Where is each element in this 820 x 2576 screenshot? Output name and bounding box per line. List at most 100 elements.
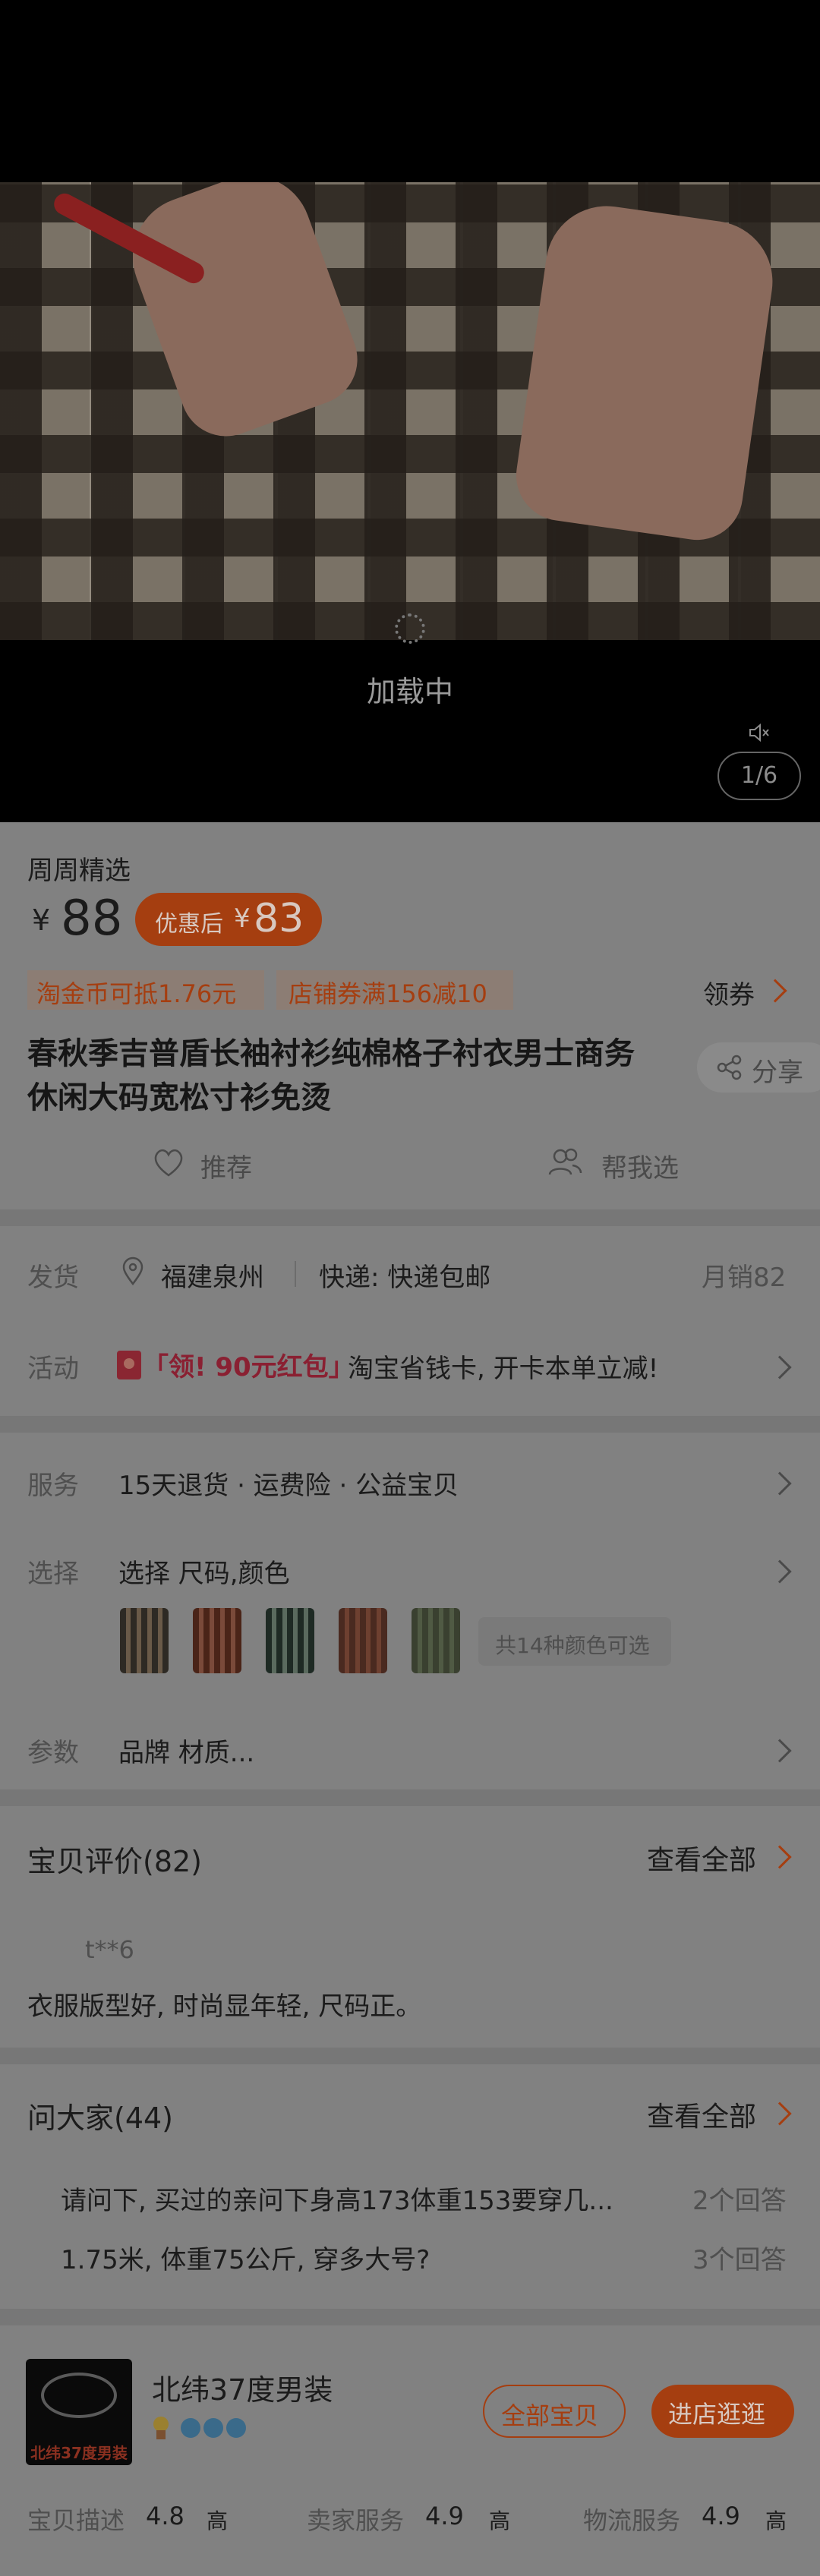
shop-card: 北纬37度男装 北纬37度男装 全部宝贝 进店逛逛 宝贝描述 4.8 高 卖家服…	[0, 2325, 820, 2576]
qa-answer-count-1[interactable]: 2个回答	[692, 2180, 787, 2217]
loading-text: 加载中	[366, 675, 453, 708]
rating-service-label: 卖家服务	[307, 2506, 405, 2535]
recommend-button[interactable]: 推荐	[200, 1147, 252, 1184]
mute-icon[interactable]	[748, 723, 771, 743]
shop-logo-emblem	[41, 2373, 117, 2418]
reviews-view-all[interactable]: 查看全部	[647, 1838, 756, 1878]
rating-desc-level: 高	[207, 2508, 229, 2533]
divider	[0, 2309, 820, 2325]
review-user: t**6	[85, 1935, 134, 1964]
video-top-bar	[0, 0, 820, 182]
shop-logo-text: 北纬37度男装	[30, 2444, 128, 2462]
diamond-icon	[203, 2418, 223, 2438]
monthly-sales: 月销82	[702, 1263, 787, 1293]
params-chevron-icon[interactable]	[768, 1739, 792, 1763]
color-thumb-2[interactable]	[193, 1608, 241, 1673]
divider	[0, 1209, 820, 1226]
question-icon	[27, 2178, 50, 2201]
choose-text[interactable]: 选择 尺码,颜色	[118, 1553, 290, 1590]
loading-spinner-icon	[395, 613, 425, 644]
diamond-icon	[181, 2418, 200, 2438]
video-controls-panel	[0, 640, 820, 822]
image-pager[interactable]: 1/6	[718, 752, 801, 800]
choose-chevron-icon[interactable]	[768, 1559, 792, 1584]
hand-right	[510, 198, 781, 546]
qa-chevron-icon[interactable]	[768, 2101, 792, 2126]
qa-title: 问大家(44)	[27, 2101, 174, 2135]
promo-store-coupon-text: 店铺券满156减10	[289, 979, 487, 1008]
rating-logistics-label: 物流服务	[583, 2506, 681, 2535]
price-card: 周周精选 ¥ 88 优惠后 ¥ 83 淘金币可抵1.76元 店铺券满156减10…	[0, 822, 820, 1209]
rating-desc-score: 4.8	[146, 2502, 184, 2530]
enter-shop-label: 进店逛逛	[668, 2400, 766, 2429]
divider	[0, 1789, 820, 1806]
all-items-button[interactable]: 全部宝贝	[483, 2385, 626, 2438]
choose-label: 选择	[27, 1559, 79, 1589]
tag-weekly: 周周精选	[27, 856, 131, 886]
color-thumb-1[interactable]	[120, 1608, 169, 1673]
qa-answer-count-2[interactable]: 3个回答	[692, 2239, 787, 2276]
product-video[interactable]	[0, 182, 820, 640]
service-label: 服务	[27, 1471, 79, 1501]
help-choose-icon[interactable]	[547, 1147, 583, 1178]
coupon-link[interactable]: 领券	[703, 974, 755, 1011]
all-items-label: 全部宝贝	[501, 2401, 599, 2430]
heart-icon[interactable]	[152, 1147, 185, 1178]
shipping-express: 快递: 快递包邮	[319, 1263, 491, 1293]
color-thumb-4[interactable]	[339, 1608, 387, 1673]
qa-view-all[interactable]: 查看全部	[647, 2095, 756, 2134]
shop-name[interactable]: 北纬37度男装	[152, 2366, 333, 2408]
promo-gold-coin-text: 淘金币可抵1.76元	[36, 979, 237, 1008]
rating-desc-label: 宝贝描述	[27, 2506, 125, 2535]
share-button[interactable]: 分享	[697, 1042, 820, 1093]
params-text[interactable]: 品牌 材质...	[118, 1732, 254, 1769]
reviews-title: 宝贝评价(82)	[27, 1845, 203, 1878]
colors-count-text: 共14种颜色可选	[495, 1633, 650, 1658]
share-icon	[717, 1055, 742, 1080]
promo-store-coupon[interactable]: 店铺券满156减10	[276, 970, 513, 1010]
location-pin-icon	[122, 1256, 144, 1285]
shop-logo[interactable]: 北纬37度男装	[26, 2359, 132, 2465]
rating-logistics-level: 高	[765, 2508, 787, 2533]
service-chevron-icon[interactable]	[768, 1471, 792, 1496]
after-discount-label: 优惠后	[155, 911, 223, 938]
colors-count-button[interactable]: 共14种颜色可选	[478, 1617, 671, 1666]
color-thumb-3[interactable]	[266, 1608, 314, 1673]
divider	[0, 2048, 820, 2064]
activity-text[interactable]: 淘宝省钱卡, 开卡本单立减!	[348, 1348, 658, 1385]
vertical-divider	[295, 1261, 296, 1287]
activity-chevron-icon[interactable]	[768, 1355, 792, 1379]
rating-service-level: 高	[489, 2508, 511, 2533]
shipping-location: 福建泉州	[161, 1263, 264, 1293]
divider	[0, 1416, 820, 1433]
enter-shop-button[interactable]: 进店逛逛	[651, 2385, 794, 2438]
color-thumb-5[interactable]	[412, 1608, 460, 1673]
product-title-line1: 春秋季吉普盾长袖衬衫纯棉格子衬衣男士商务	[27, 1036, 635, 1071]
qa-question-2[interactable]: 1.75米, 体重75公斤, 穿多大号?	[61, 2239, 430, 2276]
after-discount-price: 83	[254, 896, 304, 941]
params-label: 参数	[27, 1738, 79, 1768]
review-content: 衣服版型好, 时尚显年轻, 尺码正。	[27, 1991, 422, 2022]
after-discount-currency: ¥	[234, 903, 251, 934]
promo-gold-coin[interactable]: 淘金币可抵1.76元	[27, 970, 264, 1010]
share-label: 分享	[752, 1058, 803, 1088]
coupon-chevron-icon	[763, 979, 787, 1003]
hand-left	[115, 182, 371, 449]
after-discount-badge: 优惠后 ¥ 83	[135, 893, 322, 946]
rating-logistics-score: 4.9	[702, 2502, 740, 2530]
medal-icon	[152, 2417, 170, 2439]
qa-card: 问大家(44) 查看全部 请问下, 买过的亲问下身高173体重153要穿几...…	[0, 2064, 820, 2309]
price-value: 88	[61, 891, 123, 947]
service-text[interactable]: 15天退货 · 运费险 · 公益宝贝	[118, 1465, 459, 1502]
diamond-icon	[226, 2418, 246, 2438]
activity-label: 活动	[27, 1354, 79, 1384]
help-choose-button[interactable]: 帮我选	[601, 1147, 679, 1184]
reviews-chevron-icon[interactable]	[768, 1845, 792, 1869]
product-title-line2: 休闲大码宽松寸衫免烫	[27, 1080, 331, 1115]
price-currency: ¥	[32, 903, 51, 937]
qa-question-1[interactable]: 请问下, 买过的亲问下身高173体重153要穿几...	[61, 2180, 613, 2217]
activity-badge[interactable]: 「领! 90元红包」	[143, 1346, 355, 1383]
reviews-card: 宝贝评价(82) 查看全部 t**6 衣服版型好, 时尚显年轻, 尺码正。	[0, 1806, 820, 2048]
rating-service-score: 4.9	[425, 2502, 464, 2530]
red-packet-icon	[117, 1351, 141, 1379]
